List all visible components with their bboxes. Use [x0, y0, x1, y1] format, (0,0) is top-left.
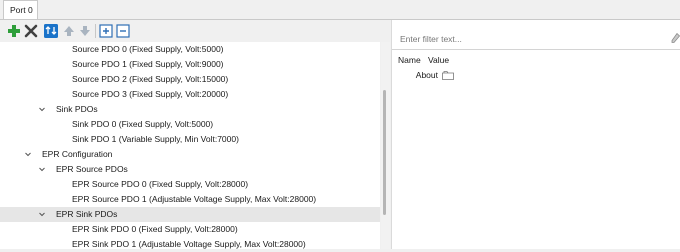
tab-port-0[interactable]: Port 0 — [3, 0, 38, 19]
properties-panel: Name Value About — [392, 20, 680, 249]
add-icon[interactable] — [7, 24, 21, 38]
column-header-name[interactable]: Name — [398, 54, 421, 67]
toolbar — [0, 20, 390, 42]
tree-row[interactable]: EPR Sink PDO 0 (Fixed Supply, Volt:28000… — [0, 222, 380, 237]
sort-icon[interactable] — [44, 24, 58, 38]
tree-scrollbar[interactable] — [381, 42, 390, 249]
folder-icon[interactable] — [442, 70, 454, 80]
tree-row[interactable]: EPR Configuration — [0, 147, 380, 162]
tree-row[interactable]: Source PDO 1 (Fixed Supply, Volt:9000) — [0, 57, 380, 72]
config-tree: Source PDO 0 (Fixed Supply, Volt:5000) So… — [0, 42, 380, 249]
tree-row[interactable]: EPR Sink PDO 1 (Adjustable Voltage Suppl… — [0, 237, 380, 252]
tree-item-label: EPR Source PDO 1 (Adjustable Voltage Sup… — [72, 194, 317, 204]
tab-strip: Port 0 — [0, 0, 680, 20]
tree-item-label: EPR Source PDO 0 (Fixed Supply, Volt:280… — [72, 179, 249, 189]
tree-item-label: EPR Sink PDOs — [56, 209, 118, 219]
tree-row[interactable]: EPR Source PDO 1 (Adjustable Voltage Sup… — [0, 192, 380, 207]
tree-item-label: EPR Source PDOs — [56, 164, 128, 174]
expand-all-icon[interactable] — [99, 24, 113, 38]
move-down-icon[interactable] — [78, 24, 92, 38]
tree-row[interactable]: Sink PDO 1 (Variable Supply, Min Volt:70… — [0, 132, 380, 147]
tree-row[interactable]: Source PDO 2 (Fixed Supply, Volt:15000) — [0, 72, 380, 87]
eraser-icon[interactable] — [671, 32, 680, 44]
tree-row[interactable]: Sink PDOs — [0, 102, 380, 117]
scrollbar-thumb[interactable] — [383, 90, 386, 215]
property-name: About — [415, 70, 438, 80]
tree-item-label: EPR Sink PDO 1 (Adjustable Voltage Suppl… — [72, 239, 306, 249]
tree-item-label: Source PDO 1 (Fixed Supply, Volt:9000) — [72, 59, 224, 69]
tree-row[interactable]: EPR Source PDO 0 (Fixed Supply, Volt:280… — [0, 177, 380, 192]
tree-item-label: Source PDO 0 (Fixed Supply, Volt:5000) — [72, 44, 224, 54]
tree-row[interactable]: Source PDO 3 (Fixed Supply, Volt:20000) — [0, 87, 380, 102]
tree-row[interactable]: Source PDO 0 (Fixed Supply, Volt:5000) — [0, 42, 380, 57]
collapse-all-icon[interactable] — [116, 24, 130, 38]
tree-row[interactable]: EPR Source PDOs — [0, 162, 380, 177]
tree-item-label: Sink PDO 1 (Variable Supply, Min Volt:70… — [72, 134, 239, 144]
column-header-value[interactable]: Value — [428, 54, 449, 67]
tree-item-label: EPR Sink PDO 0 (Fixed Supply, Volt:28000… — [72, 224, 238, 234]
filter-input[interactable] — [392, 28, 680, 50]
property-row-about[interactable]: About — [392, 68, 680, 83]
move-up-icon[interactable] — [62, 24, 76, 38]
tree-row[interactable]: EPR Sink PDOs — [0, 207, 380, 222]
tree-item-label: Source PDO 2 (Fixed Supply, Volt:15000) — [72, 74, 229, 84]
remove-icon[interactable] — [24, 24, 38, 38]
tree-row[interactable]: Sink PDO 0 (Fixed Supply, Volt:5000) — [0, 117, 380, 132]
tree-item-label: EPR Configuration — [42, 149, 113, 159]
tree-item-label: Sink PDO 0 (Fixed Supply, Volt:5000) — [72, 119, 214, 129]
tree-item-label: Sink PDOs — [56, 104, 98, 114]
toolbar-separator — [95, 24, 96, 38]
tree-item-label: Source PDO 3 (Fixed Supply, Volt:20000) — [72, 89, 229, 99]
